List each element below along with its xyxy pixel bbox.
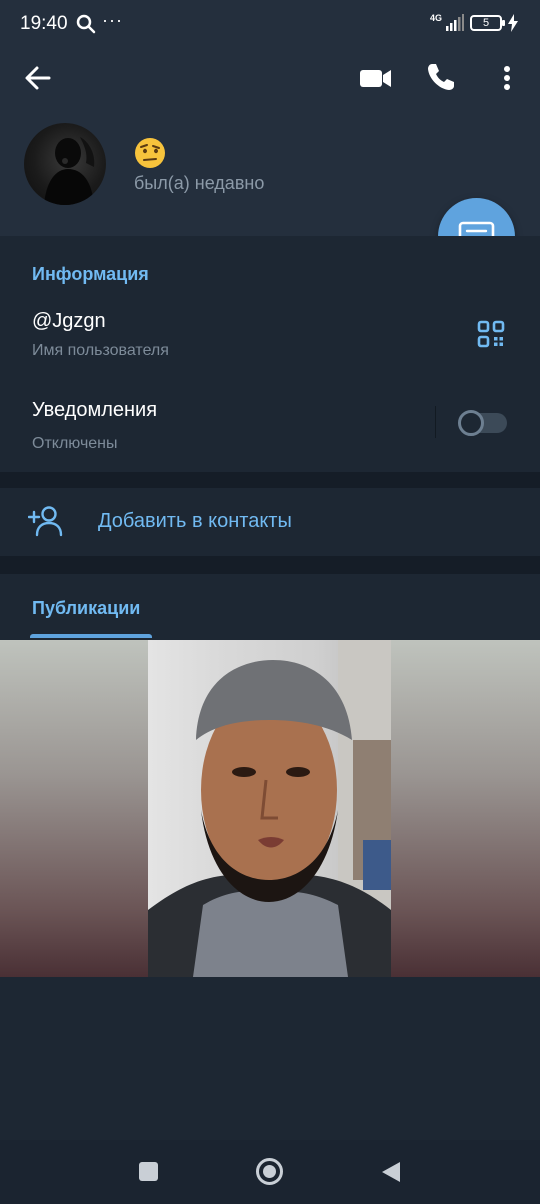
photo-portrait: [148, 640, 391, 977]
battery-level: 5: [482, 17, 490, 29]
add-contact-label: Добавить в контакты: [98, 510, 292, 532]
notifications-label[interactable]: Уведомления: [32, 399, 157, 422]
username-value[interactable]: @Jgzgn: [32, 310, 106, 333]
video-camera-icon[interactable]: [358, 64, 394, 92]
qr-code-icon[interactable]: [477, 320, 505, 348]
toggle-knob: [458, 410, 484, 436]
search-icon: [76, 14, 96, 34]
battery-icon: 5: [470, 15, 505, 31]
home-icon[interactable]: [256, 1158, 283, 1185]
recent-apps-icon[interactable]: [139, 1162, 158, 1181]
divider: [435, 406, 436, 438]
status-time: 19:40: [20, 13, 68, 34]
signal-icon: [446, 14, 464, 31]
nav-back-icon[interactable]: [380, 1160, 402, 1184]
add-contact-row[interactable]: Добавить в контакты: [0, 488, 540, 556]
more-notifications-icon: ···: [102, 10, 123, 30]
notifications-toggle[interactable]: [458, 410, 507, 436]
section-divider: [0, 472, 540, 488]
publication-photo: [148, 640, 391, 977]
raised-eyebrow-emoji-icon: [135, 138, 165, 168]
username-label: Имя пользователя: [32, 342, 169, 359]
section-divider: [0, 556, 540, 574]
publications-section: Публикации: [0, 574, 540, 640]
phone-icon[interactable]: [424, 60, 458, 94]
info-section-title: Информация: [32, 264, 149, 284]
info-section: Информация @Jgzgn Имя пользователя Уведо…: [0, 236, 540, 472]
status-bar: 19:40 ··· 4G 5: [0, 0, 540, 50]
more-vertical-icon[interactable]: [495, 62, 519, 94]
last-seen-status: был(а) недавно: [134, 173, 265, 193]
tab-publications[interactable]: Публикации: [32, 598, 140, 619]
avatar[interactable]: [24, 123, 106, 205]
system-nav-bar: [0, 1140, 540, 1204]
avatar-image: [44, 137, 95, 205]
profile-emoji: [134, 137, 166, 169]
network-type: 4G: [430, 13, 443, 23]
arrow-left-icon[interactable]: [22, 62, 54, 94]
charging-icon: [508, 14, 518, 32]
notifications-value: Отключены: [32, 435, 118, 452]
add-user-icon: [28, 506, 63, 537]
publication-media-item[interactable]: [0, 640, 540, 977]
tab-indicator: [30, 634, 152, 638]
